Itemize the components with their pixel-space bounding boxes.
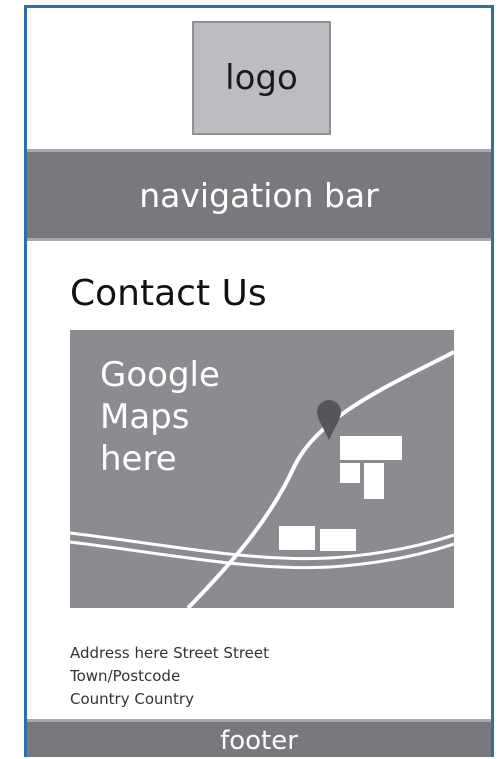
footer-label: footer [220, 726, 298, 756]
address-block: Address here Street Street Town/Postcode… [70, 642, 430, 714]
map-road-main-top [70, 531, 454, 561]
map-road-main-bottom [70, 540, 454, 570]
map-building [320, 529, 356, 551]
map-placeholder[interactable]: Google Maps here [70, 330, 454, 608]
address-line: Country Country [70, 690, 194, 708]
logo-label: logo [225, 58, 298, 98]
map-building [340, 436, 402, 460]
map-building [279, 526, 315, 550]
map-building [364, 463, 384, 499]
navigation-bar-label: navigation bar [139, 175, 379, 215]
footer: footer [27, 719, 491, 757]
map-label: Google Maps here [100, 355, 220, 479]
logo[interactable]: logo [192, 21, 331, 135]
address-line: Address here Street Street [70, 644, 269, 662]
page-title: Contact Us [70, 273, 267, 314]
address-line: Town/Postcode [70, 667, 181, 685]
wireframe-frame: logo navigation bar Contact Us Google Ma… [24, 5, 494, 757]
map-building [340, 463, 360, 483]
navigation-bar[interactable]: navigation bar [27, 149, 491, 241]
